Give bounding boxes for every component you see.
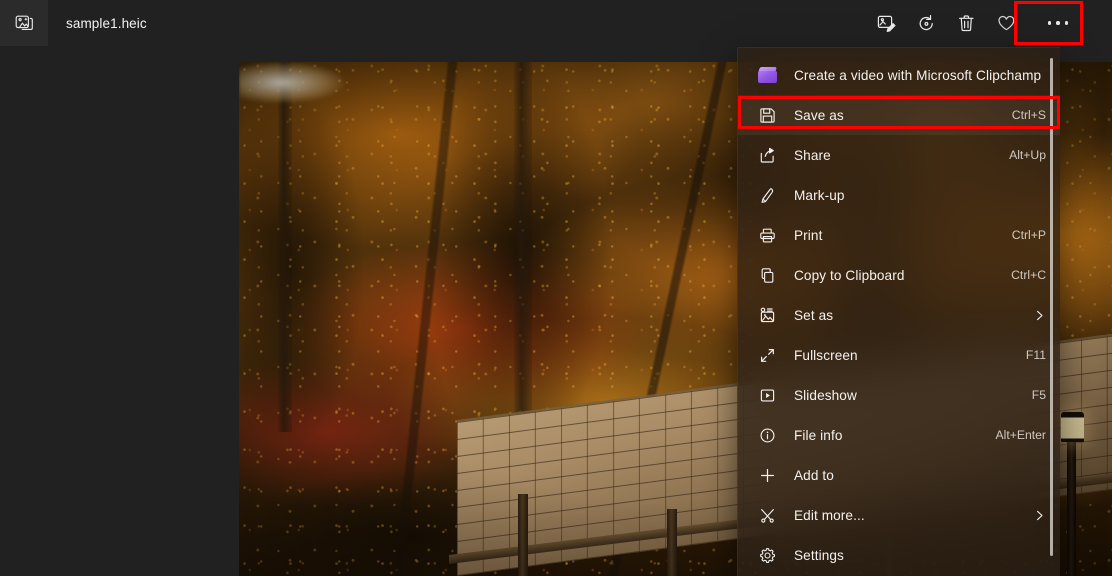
favorite-button[interactable] [986,3,1026,43]
delete-button[interactable] [946,3,986,43]
pen-icon [756,184,778,206]
menu-item-edit-more[interactable]: Edit more... [738,495,1060,535]
copy-icon [756,264,778,286]
share-icon [756,144,778,166]
menu-item-label: Save as [794,107,844,123]
clipchamp-icon [756,64,778,86]
trash-icon [956,13,977,34]
menu-item-label: Add to [794,467,834,483]
chevron-right-icon [1033,509,1046,522]
menu-item-accel: F5 [1031,388,1046,402]
title-bar: sample1.heic [0,0,1112,46]
menu-item-label: Share [794,147,831,163]
photos-app-window: sample1.heic Create a video with Microso… [0,0,1112,576]
edit-image-icon [876,13,897,34]
photos-app-icon [14,13,34,33]
menu-item-set-as[interactable]: Set as [738,295,1060,335]
menu-item-save-as[interactable]: Save as Ctrl+S [738,95,1060,135]
toolbar [866,0,1090,46]
heart-icon [996,13,1017,34]
menu-item-fullscreen[interactable]: Fullscreen F11 [738,335,1060,375]
chevron-right-icon [1033,309,1046,322]
app-tab[interactable] [0,0,48,46]
save-icon [756,104,778,126]
edit-more-icon [756,504,778,526]
see-more-menu: Create a video with Microsoft Clipchamp … [737,47,1060,576]
menu-item-label: Create a video with Microsoft Clipchamp [794,67,1042,83]
menu-item-label: Mark-up [794,187,845,203]
menu-item-label: Fullscreen [794,347,858,363]
info-icon [756,424,778,446]
menu-item-accel: Alt+Up [1009,148,1046,162]
edit-image-button[interactable] [866,3,906,43]
menu-item-add-to[interactable]: Add to [738,455,1060,495]
menu-item-label: Copy to Clipboard [794,267,905,283]
set-as-icon [756,304,778,326]
menu-item-accel: Ctrl+C [1011,268,1046,282]
menu-item-label: File info [794,427,843,443]
see-more-button[interactable] [1026,3,1090,43]
menu-item-file-info[interactable]: File info Alt+Enter [738,415,1060,455]
menu-item-label: Settings [794,547,844,563]
menu-item-accel: Ctrl+S [1011,108,1046,122]
menu-item-accel: Alt+Enter [995,428,1046,442]
file-name-label: sample1.heic [66,15,147,31]
slideshow-icon [756,384,778,406]
menu-scrollbar-thumb[interactable] [1050,58,1053,556]
rotate-icon [916,13,937,34]
menu-item-label: Set as [794,307,834,323]
menu-item-accel: F11 [1025,348,1046,362]
menu-item-label: Slideshow [794,387,857,403]
menu-item-print[interactable]: Print Ctrl+P [738,215,1060,255]
menu-item-settings[interactable]: Settings [738,535,1060,575]
menu-item-accel: Ctrl+P [1011,228,1046,242]
menu-item-share[interactable]: Share Alt+Up [738,135,1060,175]
ellipsis-icon [1047,21,1069,25]
menu-scrollbar[interactable] [1046,58,1058,572]
menu-item-label: Print [794,227,823,243]
gear-icon [756,544,778,566]
print-icon [756,224,778,246]
fullscreen-icon [756,344,778,366]
rotate-button[interactable] [906,3,946,43]
menu-item-create-video[interactable]: Create a video with Microsoft Clipchamp [738,55,1060,95]
menu-item-copy-to-clipboard[interactable]: Copy to Clipboard Ctrl+C [738,255,1060,295]
menu-item-markup[interactable]: Mark-up [738,175,1060,215]
menu-item-slideshow[interactable]: Slideshow F5 [738,375,1060,415]
menu-item-label: Edit more... [794,507,865,523]
plus-icon [756,464,778,486]
